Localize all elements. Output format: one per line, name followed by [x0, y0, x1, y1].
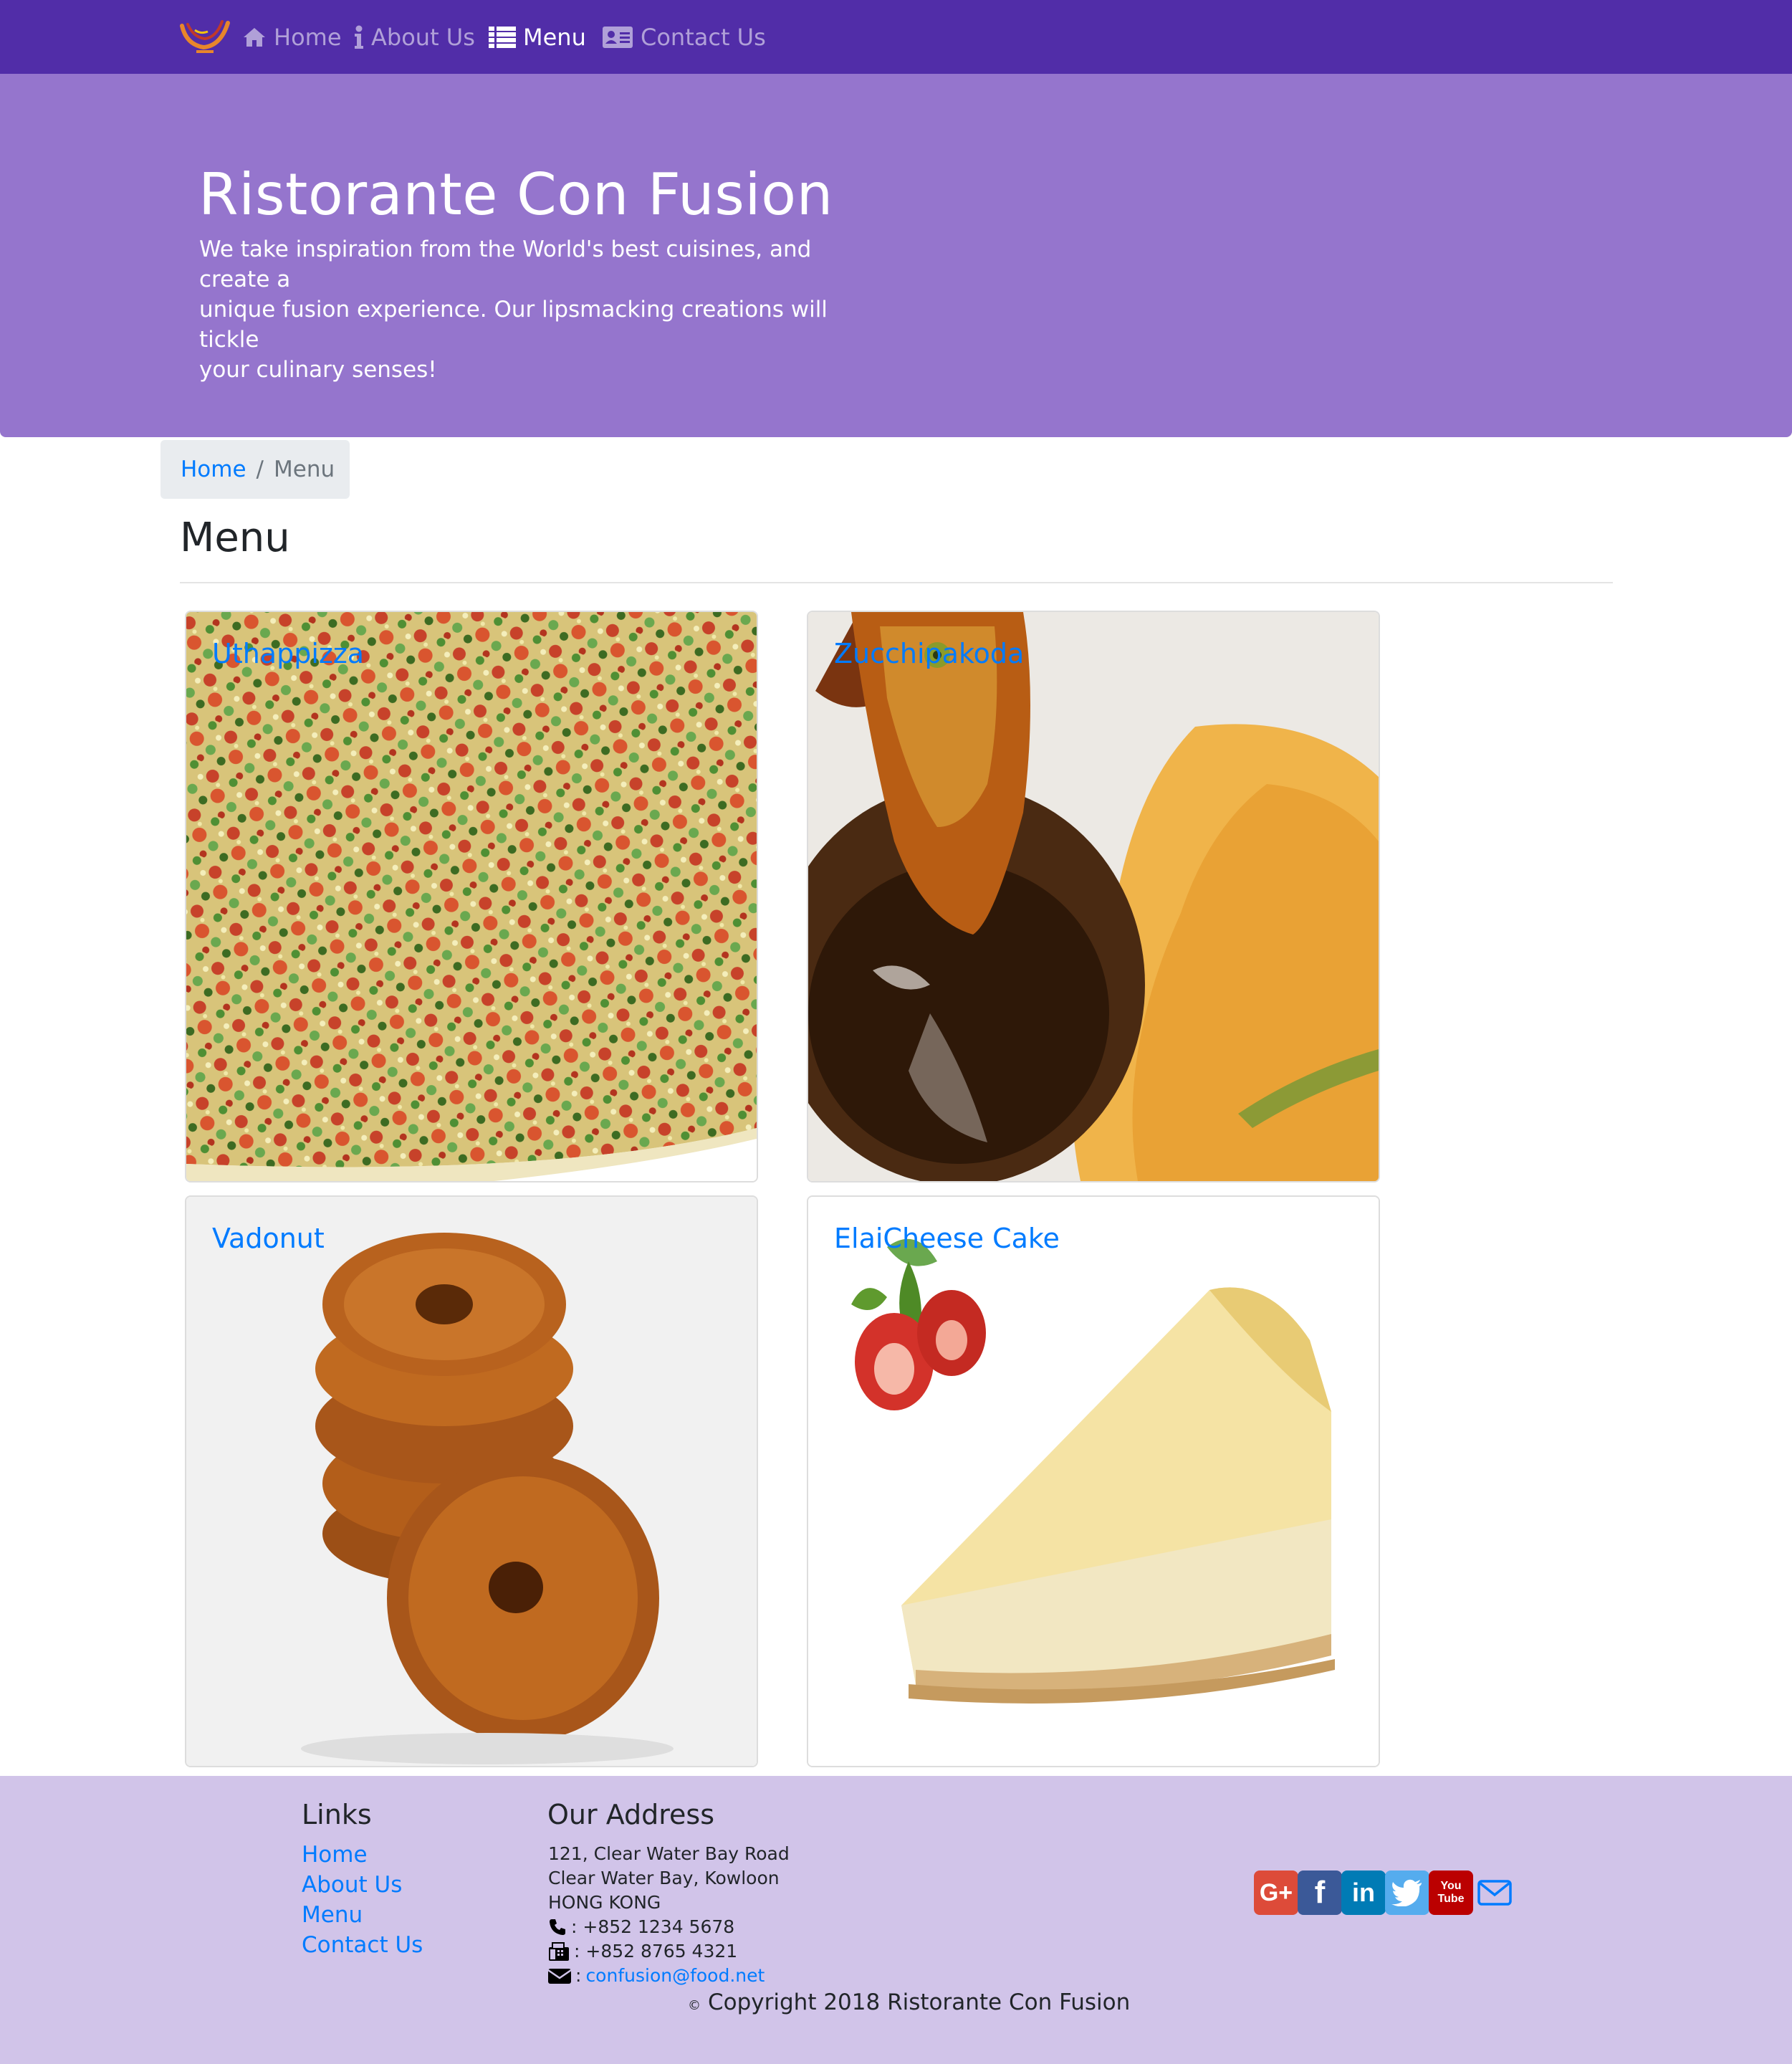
restaurant-title: Ristorante Con Fusion	[198, 161, 833, 228]
dish-name[interactable]: Vadonut	[212, 1223, 325, 1254]
home-icon	[244, 27, 265, 47]
mail-button[interactable]	[1472, 1870, 1517, 1915]
info-icon	[355, 25, 363, 49]
pizza-photo	[186, 612, 757, 1181]
footer-link-menu[interactable]: Menu	[302, 1902, 363, 1928]
breadcrumb: Home / Menu	[160, 440, 350, 499]
jumbotron: Ristorante Con Fusion We take inspiratio…	[0, 74, 1792, 437]
address-line-1-text: 121, Clear Water Bay Road	[548, 1843, 790, 1864]
google-plus-icon: G+	[1259, 1878, 1293, 1906]
nav-contact[interactable]: Contact Us	[602, 0, 766, 74]
email-link[interactable]: confusion@food.net	[585, 1965, 765, 1986]
dish-card-vadonut[interactable]: Vadonut	[185, 1195, 758, 1767]
footer-link-home[interactable]: Home	[302, 1842, 368, 1868]
phone-number: : +852 1234 5678	[571, 1916, 735, 1937]
google-plus-button[interactable]: G+	[1254, 1870, 1298, 1915]
page-title: Menu	[180, 515, 290, 561]
divider	[180, 582, 1613, 583]
youtube-button[interactable]: You Tube	[1429, 1870, 1473, 1915]
nav-menu-label: Menu	[523, 23, 586, 51]
restaurant-description: We take inspiration from the World's bes…	[199, 234, 887, 385]
copyright-text: Copyright 2018 Ristorante Con Fusion	[708, 1989, 1131, 2015]
footer-link-contact[interactable]: Contact Us	[302, 1932, 423, 1958]
copyright-symbol: ©	[688, 1998, 701, 2013]
youtube-icon: You Tube	[1437, 1880, 1465, 1905]
twitter-button[interactable]	[1385, 1870, 1429, 1915]
vadonut-photo	[186, 1197, 757, 1766]
linkedin-button[interactable]: in	[1341, 1870, 1386, 1915]
mail-icon	[1477, 1880, 1512, 1906]
dish-card-uthappizza[interactable]: Uthappizza	[185, 611, 758, 1182]
cheesecake-photo	[808, 1197, 1379, 1766]
dish-name[interactable]: Zucchipakoda	[834, 638, 1024, 669]
nav-home[interactable]: Home	[242, 0, 342, 74]
dish-card-zucchipakoda[interactable]: Zucchipakoda	[807, 611, 1380, 1182]
footer-links-heading: Links	[302, 1799, 372, 1830]
footer-link-about[interactable]: About Us	[302, 1872, 402, 1898]
envelope-icon	[548, 1968, 571, 1984]
linkedin-icon: in	[1352, 1878, 1375, 1907]
description-line-1: We take inspiration from the World's bes…	[199, 236, 812, 292]
nav-home-label: Home	[274, 23, 342, 51]
phone-icon	[550, 1919, 565, 1935]
nav-contact-label: Contact Us	[641, 23, 766, 51]
address-line-1: 121, Clear Water Bay Road	[548, 1843, 790, 1864]
facebook-icon: f	[1314, 1875, 1326, 1910]
breadcrumb-current: Menu	[274, 457, 335, 482]
fax-number: : +852 8765 4321	[574, 1941, 738, 1962]
address-line-3-text: HONG KONG	[548, 1892, 661, 1913]
footer-address-heading: Our Address	[547, 1799, 715, 1830]
dish-name[interactable]: Uthappizza	[212, 638, 364, 669]
email-row: : confusion@food.net	[548, 1965, 765, 1986]
list-icon	[489, 26, 516, 48]
footer	[0, 1776, 1792, 2064]
nav-menu[interactable]: Menu	[489, 0, 586, 74]
fax-icon	[549, 1941, 569, 1961]
fax-row: : +852 8765 4321	[548, 1941, 737, 1962]
dish-card-elaicheese-cake[interactable]: ElaiCheese Cake	[807, 1195, 1380, 1767]
breadcrumb-separator: /	[256, 457, 264, 482]
copyright: © Copyright 2018 Ristorante Con Fusion	[688, 1989, 1130, 2015]
navbar: Home About Us Menu Contact Us	[0, 0, 1792, 74]
breadcrumb-home[interactable]: Home	[181, 457, 246, 482]
twitter-icon	[1391, 1879, 1422, 1906]
description-line-2: unique fusion experience. Our lipsmackin…	[199, 297, 828, 353]
email-prefix: :	[575, 1965, 582, 1986]
nav-about-label: About Us	[371, 23, 475, 51]
restaurant-logo[interactable]	[179, 16, 231, 59]
pakoda-photo	[808, 612, 1379, 1181]
address-card-icon	[603, 26, 633, 48]
description-line-3: your culinary senses!	[199, 357, 437, 383]
nav-about[interactable]: About Us	[354, 0, 475, 74]
address-line-2: Clear Water Bay, Kowloon	[548, 1868, 780, 1888]
facebook-button[interactable]: f	[1298, 1870, 1342, 1915]
address-line-3: HONG KONG	[548, 1892, 661, 1913]
address-line-2-text: Clear Water Bay, Kowloon	[548, 1868, 780, 1888]
phone-row: : +852 1234 5678	[548, 1916, 734, 1937]
dish-name[interactable]: ElaiCheese Cake	[834, 1223, 1060, 1254]
